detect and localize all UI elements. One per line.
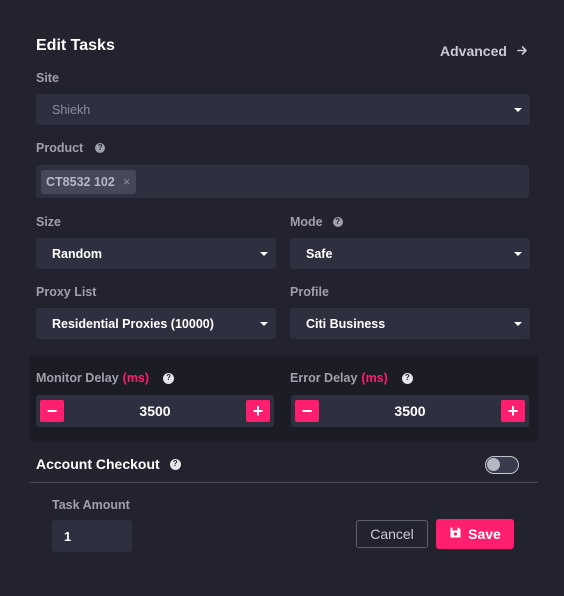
chevron-down-icon: [260, 321, 268, 326]
product-input[interactable]: CT8532 102 ×: [36, 165, 529, 198]
error-delay-unit: (ms): [361, 371, 388, 385]
proxy-list-select-value: Residential Proxies (10000): [52, 316, 214, 331]
question-circle-icon[interactable]: ?: [332, 217, 343, 227]
chevron-down-icon: [514, 321, 522, 326]
site-label: Site: [36, 71, 59, 85]
cancel-button[interactable]: Cancel: [356, 520, 428, 548]
error-delay-decrement-button[interactable]: −: [295, 400, 319, 422]
profile-select-value: Citi Business: [306, 316, 386, 331]
account-checkout-label: Account Checkout: [36, 456, 160, 472]
save-label: Save: [468, 526, 501, 542]
monitor-delay-decrement-button[interactable]: −: [40, 400, 64, 422]
mode-select-value: Safe: [306, 246, 333, 261]
arrow-right-icon: [517, 44, 528, 59]
profile-label: Profile: [290, 285, 329, 299]
save-button[interactable]: Save: [436, 519, 514, 549]
size-select[interactable]: Random: [36, 238, 276, 269]
product-chip-label: CT8532 102: [46, 174, 115, 189]
product-chip: CT8532 102 ×: [41, 169, 137, 194]
question-circle-icon[interactable]: ?: [169, 458, 181, 470]
question-circle-icon[interactable]: ?: [95, 143, 106, 153]
monitor-delay-value[interactable]: 3500: [139, 403, 170, 419]
floppy-disk-icon: [449, 526, 462, 542]
advanced-label: Advanced: [440, 43, 507, 59]
error-delay-stepper: − 3500 +: [291, 395, 529, 427]
mode-select[interactable]: Safe: [290, 238, 530, 269]
task-amount-value: 1: [64, 528, 72, 544]
monitor-delay-stepper: − 3500 +: [36, 395, 274, 427]
monitor-delay-increment-button[interactable]: +: [246, 400, 270, 422]
monitor-delay-unit: (ms): [122, 371, 150, 385]
account-checkout-toggle[interactable]: [485, 456, 519, 474]
mode-label: Mode ?: [290, 215, 343, 229]
error-delay-increment-button[interactable]: +: [501, 400, 525, 422]
size-select-value: Random: [52, 246, 102, 261]
question-circle-icon[interactable]: ?: [401, 372, 413, 384]
chevron-down-icon: [260, 251, 268, 256]
monitor-delay-label: Monitor Delay (ms) ?: [36, 371, 175, 385]
product-label: Product ?: [36, 141, 106, 155]
account-checkout-row: Account Checkout ?: [36, 456, 181, 472]
divider: [29, 482, 538, 483]
chevron-down-icon: [514, 251, 522, 256]
size-label: Size: [36, 215, 62, 229]
advanced-link[interactable]: Advanced: [440, 43, 528, 59]
error-delay-value[interactable]: 3500: [394, 403, 425, 419]
task-amount-label: Task Amount: [52, 498, 130, 512]
proxy-list-label: Proxy List: [36, 285, 97, 299]
toggle-knob: [487, 458, 500, 471]
error-delay-label: Error Delay (ms) ?: [290, 371, 413, 385]
proxy-list-select[interactable]: Residential Proxies (10000): [36, 308, 276, 339]
chip-remove-icon[interactable]: ×: [123, 174, 131, 189]
task-amount-input[interactable]: 1: [52, 520, 132, 552]
site-select-value: Shiekh: [52, 102, 91, 117]
profile-select[interactable]: Citi Business: [290, 308, 530, 339]
modal-title: Edit Tasks: [36, 37, 115, 54]
question-circle-icon[interactable]: ?: [163, 372, 175, 384]
chevron-down-icon: [514, 107, 522, 112]
site-select[interactable]: Shiekh: [36, 94, 530, 125]
